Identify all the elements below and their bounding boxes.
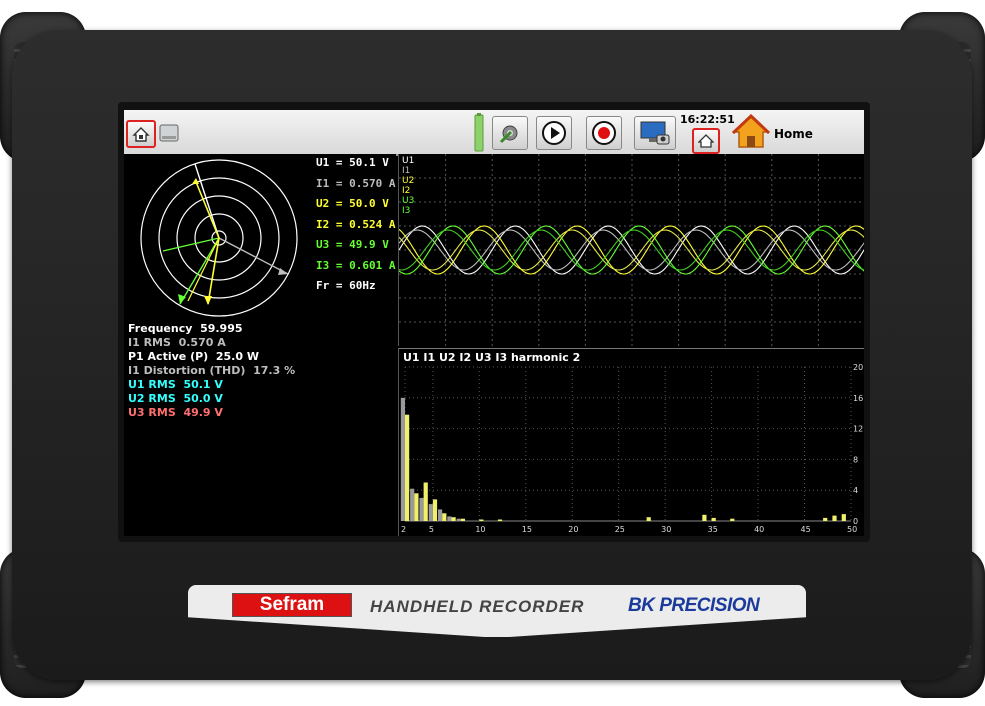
x-tick-label: 10 — [475, 525, 485, 534]
measure-frequency: Frequency 59.995 — [128, 322, 243, 335]
home-label: Home — [774, 127, 813, 141]
bar-i1 — [438, 509, 443, 521]
sefram-logo: Sefram — [232, 593, 352, 617]
x-tick-label: 50 — [847, 525, 857, 534]
bar-u1 — [442, 513, 447, 521]
legend-u2: U2 — [402, 176, 415, 186]
bar-i1 — [400, 397, 405, 521]
measure-u1-rms: U1 RMS 50.1 V — [128, 378, 223, 391]
x-tick-label: 2 — [401, 525, 406, 534]
screenshot-button[interactable] — [634, 116, 676, 150]
reading-i1: I1 = 0.570 A — [316, 176, 396, 190]
bar-i1 — [428, 504, 433, 521]
bar-u1 — [841, 514, 846, 521]
harmonic-chart: 0481216202 5 10 15 20 25 30 35 40 45 50 — [400, 363, 863, 534]
y-tick-label: 8 — [853, 455, 858, 464]
x-tick-label: 40 — [754, 525, 764, 534]
harmonic-title: U1 I1 U2 I2 U3 I3 harmonic 2 — [403, 351, 581, 364]
bar-u1 — [451, 517, 456, 521]
legend-i1: I1 — [402, 166, 411, 176]
waveform-legend: U1 I1 U2 I2 U3 I3 — [402, 156, 414, 216]
clock: 16:22:51 — [680, 113, 735, 126]
measure-u3-rms: U3 RMS 49.9 V — [128, 406, 223, 419]
bar-u1 — [423, 482, 428, 521]
measure-i1-rms: I1 RMS 0.570 A — [128, 336, 226, 349]
device-screen: 16:22:51 Home U1 = 50.1 V I1 = 0.570 A U… — [124, 110, 864, 536]
x-tick-label: 25 — [615, 525, 625, 534]
y-tick-label: 16 — [853, 394, 863, 403]
setup-home-button[interactable] — [126, 120, 156, 148]
measure-i1-thd: I1 Distortion (THD) 17.3 % — [128, 364, 296, 377]
bar-u1 — [702, 514, 707, 521]
settings-button[interactable] — [492, 116, 528, 150]
reading-u1: U1 = 50.1 V — [316, 156, 389, 169]
bar-u1 — [711, 517, 716, 521]
bar-u1 — [479, 519, 484, 521]
play-icon — [542, 121, 566, 145]
house-icon — [132, 127, 150, 142]
setup-button-red[interactable] — [692, 128, 720, 154]
bar-i1 — [410, 488, 415, 521]
measure-u2-rms: U2 RMS 50.0 V — [128, 392, 223, 405]
x-tick-label: 35 — [708, 525, 718, 534]
harmonic-panel: U1 I1 U2 I2 U3 I3 harmonic 2 0 4 8 12 16 20 2 5… — [398, 348, 864, 536]
x-tick-label: 20 — [568, 525, 578, 534]
legend-u3: U3 — [402, 196, 415, 206]
battery-icon — [473, 113, 485, 157]
x-tick-label: 5 — [429, 525, 434, 534]
reading-fr: Fr = 60Hz — [316, 279, 376, 292]
y-tick-label: 20 — [853, 363, 863, 372]
y-tick-label: 4 — [853, 486, 858, 495]
bar-u1 — [730, 518, 735, 521]
bar-u1 — [646, 517, 651, 521]
x-tick-label: 45 — [801, 525, 811, 534]
bk-precision-logo: BK PRECISION — [628, 595, 760, 616]
y-tick-label: 12 — [853, 425, 863, 434]
reading-u3: U3 = 49.9 V — [316, 238, 389, 251]
bar-u1 — [414, 493, 419, 521]
record-button[interactable] — [586, 116, 622, 150]
reading-i3: I3 = 0.601 A — [316, 258, 396, 272]
bar-i1 — [447, 516, 452, 521]
home-button[interactable]: Home — [732, 114, 860, 150]
waveform-plot — [398, 154, 864, 346]
handheld-recorder-text: HANDHELD RECORDER — [370, 597, 585, 616]
home-house-icon — [732, 114, 770, 148]
reading-u2: U2 = 50.0 V — [316, 197, 389, 210]
bar-u1 — [405, 414, 410, 521]
measure-p1-active: P1 Active (P) 25.0 W — [128, 350, 259, 363]
phasor-diagram — [140, 159, 298, 317]
legend-i3: I3 — [402, 206, 411, 216]
bar-u1 — [432, 499, 438, 521]
vector-panel: U1 = 50.1 V I1 = 0.570 A U2 = 50.0 V I2 … — [124, 154, 396, 536]
bar-u1 — [823, 517, 828, 521]
house-icon — [698, 134, 714, 148]
readings-list: U1 = 50.1 V I1 = 0.570 A U2 = 50.0 V I2 … — [316, 156, 395, 300]
measurements-list: Frequency 59.995 I1 RMS 0.570 A P1 Activ… — [128, 322, 295, 420]
bar-u1 — [497, 519, 503, 521]
bar-u1 — [832, 515, 837, 521]
bar-i1 — [419, 497, 424, 521]
play-button[interactable] — [536, 116, 572, 150]
gear-wrench-icon — [499, 125, 518, 144]
legend-i2: I2 — [402, 186, 411, 196]
x-tick-label: 30 — [661, 525, 671, 534]
bar-u1 — [460, 518, 465, 521]
waveform-panel: U1 I1 U2 I2 U3 I3 — [398, 154, 864, 346]
monitor-camera-icon — [640, 121, 670, 145]
toolbar: 16:22:51 Home — [124, 110, 864, 156]
legend-u1: U1 — [402, 156, 415, 166]
reading-i2: I2 = 0.524 A — [316, 217, 396, 231]
drive-icon[interactable] — [158, 122, 180, 148]
record-icon — [592, 121, 616, 145]
x-tick-label: 15 — [522, 525, 532, 534]
bar-i1 — [456, 518, 461, 521]
